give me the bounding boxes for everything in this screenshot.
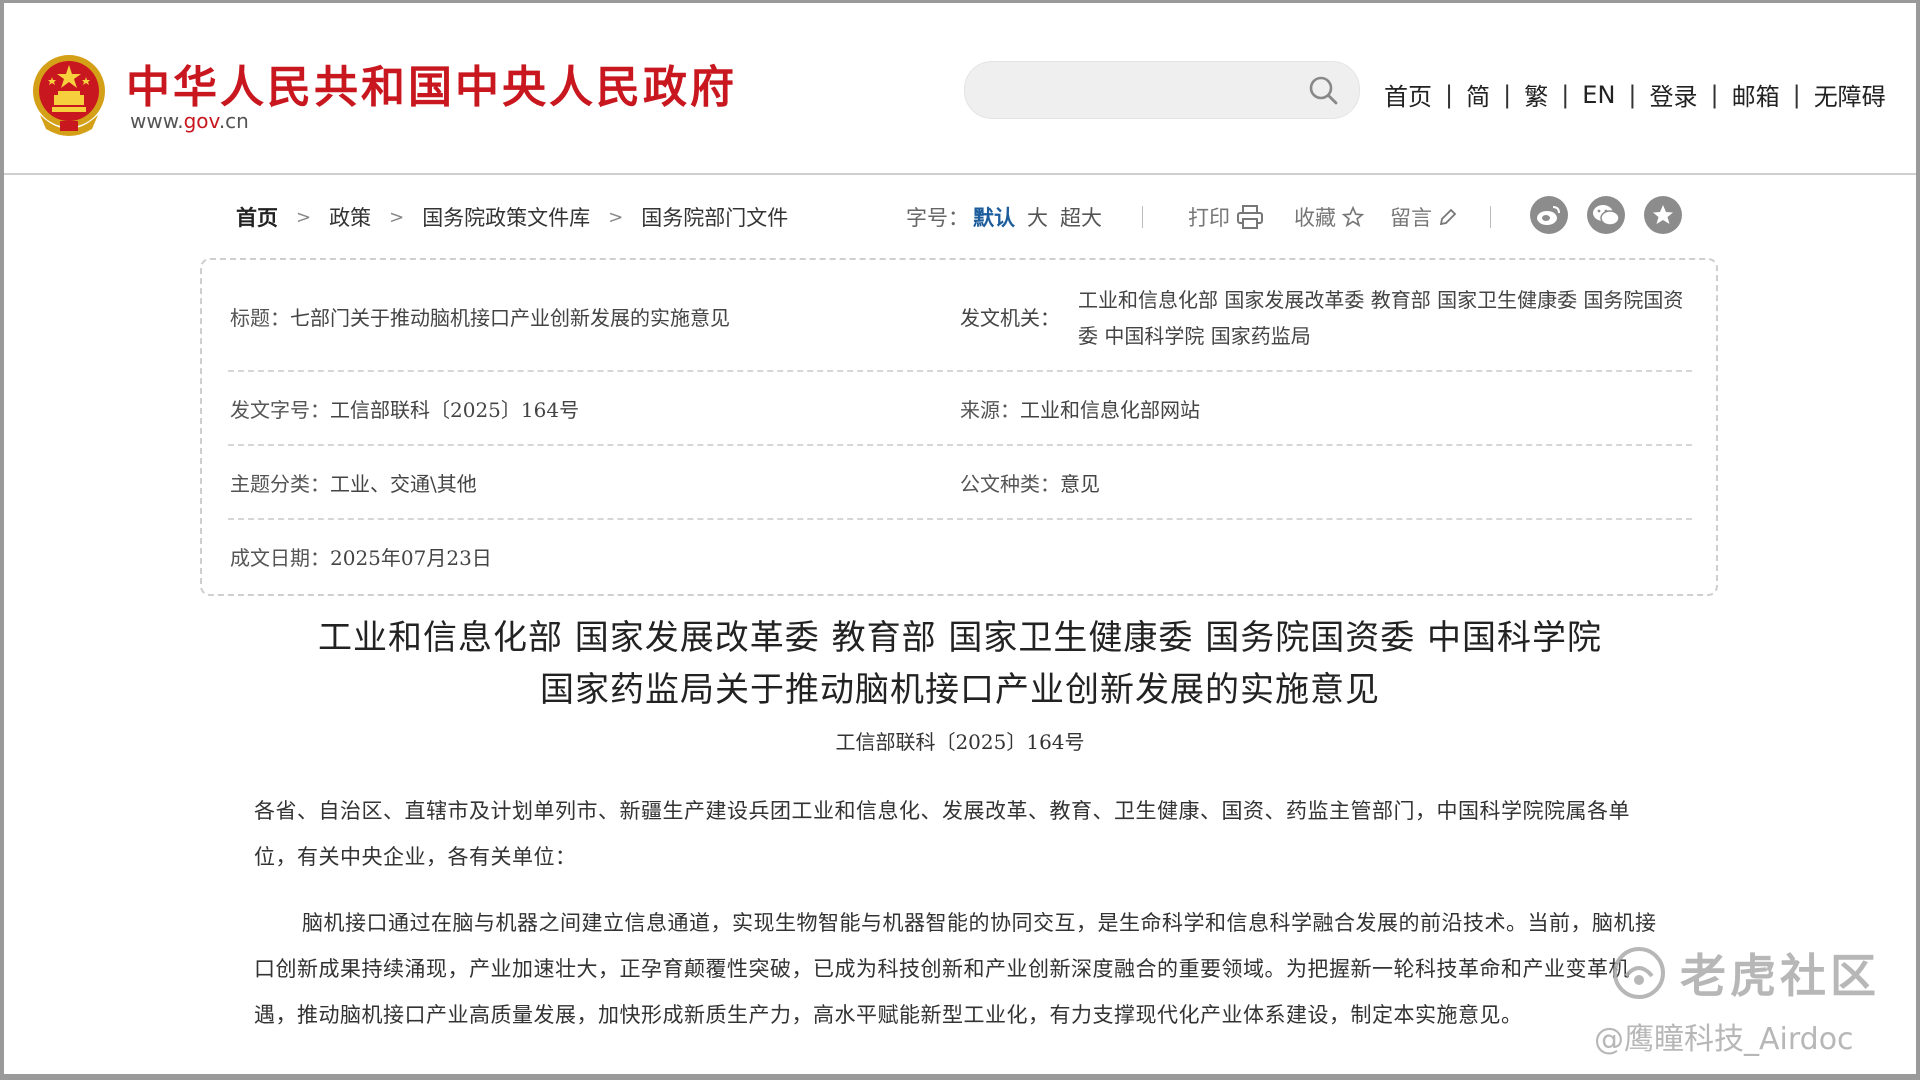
chevron-right-icon: >: [296, 206, 312, 228]
search-input[interactable]: [989, 72, 1293, 110]
weibo-share-icon[interactable]: [1530, 196, 1568, 234]
font-size-label: 字号：: [906, 206, 969, 230]
site-url-suffix: .cn: [218, 109, 249, 133]
site-url[interactable]: www.gov.cn: [130, 109, 249, 133]
issuer-value: 工业和信息化部 国家发展改革委 教育部 国家卫生健康委 国务院国资委 中国科学院…: [1078, 288, 1684, 348]
font-size-large[interactable]: 大: [1027, 202, 1048, 232]
breadcrumb-department-docs[interactable]: 国务院部门文件: [641, 202, 788, 232]
document-number: 工信部联科〔2025〕164号: [835, 730, 1085, 754]
info-row-docno: 发文字号：工信部联科〔2025〕164号 来源：工业和信息化部网站: [228, 372, 1692, 446]
watermark-community: 老虎社区: [1612, 940, 1880, 1006]
document-info-table: 标题：七部门关于推动脑机接口产业创新发展的实施意见 发文机关： 工业和信息化部 …: [200, 258, 1718, 596]
info-source: 来源：工业和信息化部网站: [960, 394, 1660, 423]
chevron-right-icon: >: [389, 206, 405, 228]
chevron-right-icon: >: [608, 206, 624, 228]
document-title: 工业和信息化部 国家发展改革委 教育部 国家卫生健康委 国务院国资委 中国科学院…: [200, 612, 1720, 716]
source-label: 来源：: [960, 398, 1020, 422]
nav-separator: |: [1710, 80, 1719, 109]
pencil-icon: [1439, 208, 1457, 226]
printer-icon: [1237, 205, 1263, 229]
info-date: 成文日期：2025年07月23日: [230, 542, 930, 571]
info-row-title: 标题：七部门关于推动脑机接口产业创新发展的实施意见 发文机关： 工业和信息化部 …: [228, 260, 1692, 372]
font-size-extra-large[interactable]: 超大: [1060, 202, 1102, 232]
wechat-share-icon[interactable]: [1587, 196, 1625, 234]
nav-login[interactable]: 登录: [1650, 77, 1698, 112]
document-title-line2: 国家药监局关于推动脑机接口产业创新发展的实施意见: [540, 670, 1380, 710]
screen-frame-bottom: [0, 1074, 1920, 1080]
info-title: 标题：七部门关于推动脑机接口产业创新发展的实施意见: [230, 302, 930, 331]
breadcrumb-home[interactable]: 首页: [236, 202, 278, 232]
source-value: 工业和信息化部网站: [1020, 398, 1200, 422]
comment-label: 留言: [1390, 206, 1432, 230]
nav-accessibility[interactable]: 无障碍: [1814, 77, 1886, 112]
article-toolbar: 首页 > 政策 > 国务院政策文件库 > 国务院部门文件 字号： 默认 大 超大…: [200, 196, 1720, 236]
toolbar-divider: [1142, 206, 1143, 228]
favorite-label: 收藏: [1294, 206, 1336, 230]
site-url-brand: gov: [183, 109, 219, 133]
info-row-topic: 主题分类：工业、交通\其他 公文种类：意见: [228, 446, 1692, 520]
date-label: 成文日期：: [230, 546, 330, 570]
info-doctype: 公文种类：意见: [960, 468, 1660, 497]
star-icon: [1342, 206, 1364, 228]
nav-mailbox[interactable]: 邮箱: [1732, 77, 1780, 112]
comment-button[interactable]: 留言: [1390, 202, 1458, 232]
favorites-share-icon[interactable]: [1644, 196, 1682, 234]
screen-frame-right: [1916, 0, 1920, 1080]
site-header: 中华人民共和国中央人民政府 www.gov.cn 首页 | 简 | 繁 | EN | 登…: [4, 3, 1916, 175]
doctype-label: 公文种类：: [960, 472, 1060, 496]
info-topic: 主题分类：工业、交通\其他: [230, 468, 930, 497]
nav-separator: |: [1445, 80, 1454, 109]
breadcrumb-policy[interactable]: 政策: [329, 202, 371, 232]
document-paragraph: 脑机接口通过在脑与机器之间建立信息通道，实现生物智能与机器智能的协同交互，是生命…: [254, 911, 1657, 1027]
breadcrumb: 首页 > 政策 > 国务院政策文件库 > 国务院部门文件: [236, 202, 788, 232]
nav-separator: |: [1561, 80, 1570, 109]
document-salutation: 各省、自治区、直辖市及计划单列市、新疆生产建设兵团工业和信息化、发展改革、教育、…: [254, 799, 1630, 869]
favorite-button[interactable]: 收藏: [1294, 202, 1364, 232]
nav-english[interactable]: EN: [1582, 81, 1615, 109]
national-emblem-icon[interactable]: [30, 51, 108, 139]
weibo-icon: [1537, 206, 1560, 225]
document-title-line1: 工业和信息化部 国家发展改革委 教育部 国家卫生健康委 国务院国资委 中国科学院: [317, 618, 1603, 658]
docno-label: 发文字号：: [230, 398, 330, 422]
toolbar-divider: [1490, 206, 1491, 228]
site-url-prefix: www.: [130, 109, 184, 133]
topic-label: 主题分类：: [230, 472, 330, 496]
font-size-default[interactable]: 默认: [973, 202, 1015, 232]
nav-separator: |: [1792, 80, 1801, 109]
watermark-author: @鹰瞳科技_Airdoc: [1594, 1022, 1854, 1057]
site-title[interactable]: 中华人民共和国中央人民政府: [126, 51, 737, 115]
topic-value: 工业、交通\其他: [330, 472, 477, 496]
date-value: 2025年07月23日: [330, 546, 492, 570]
title-value: 七部门关于推动脑机接口产业创新发展的实施意见: [290, 306, 730, 330]
info-docno: 发文字号：工信部联科〔2025〕164号: [230, 394, 930, 423]
print-button[interactable]: 打印: [1188, 202, 1264, 232]
breadcrumb-policy-library[interactable]: 国务院政策文件库: [422, 202, 590, 232]
nav-home[interactable]: 首页: [1384, 77, 1432, 112]
tiger-community-logo-icon: [1613, 947, 1665, 999]
search-icon[interactable]: [1307, 74, 1339, 106]
star-icon: [1653, 205, 1673, 224]
search-box: [964, 61, 1360, 119]
nav-simplified[interactable]: 简: [1466, 77, 1490, 112]
nav-separator: |: [1503, 80, 1512, 109]
docno-value: 工信部联科〔2025〕164号: [330, 398, 580, 422]
nav-traditional[interactable]: 繁: [1524, 77, 1548, 112]
top-nav: 首页 | 简 | 繁 | EN | 登录 | 邮箱 | 无障碍: [1384, 77, 1886, 112]
nav-separator: |: [1628, 80, 1637, 109]
font-size-selector: 字号： 默认 大 超大: [906, 202, 1102, 232]
title-label: 标题：: [230, 306, 290, 330]
wechat-icon: [1593, 205, 1620, 226]
watermark-text: 老虎社区: [1680, 949, 1880, 1003]
print-label: 打印: [1188, 206, 1230, 230]
issuer-label: 发文机关：: [960, 306, 1060, 330]
doctype-value: 意见: [1060, 472, 1100, 496]
info-row-date: 成文日期：2025年07月23日: [228, 520, 1692, 592]
